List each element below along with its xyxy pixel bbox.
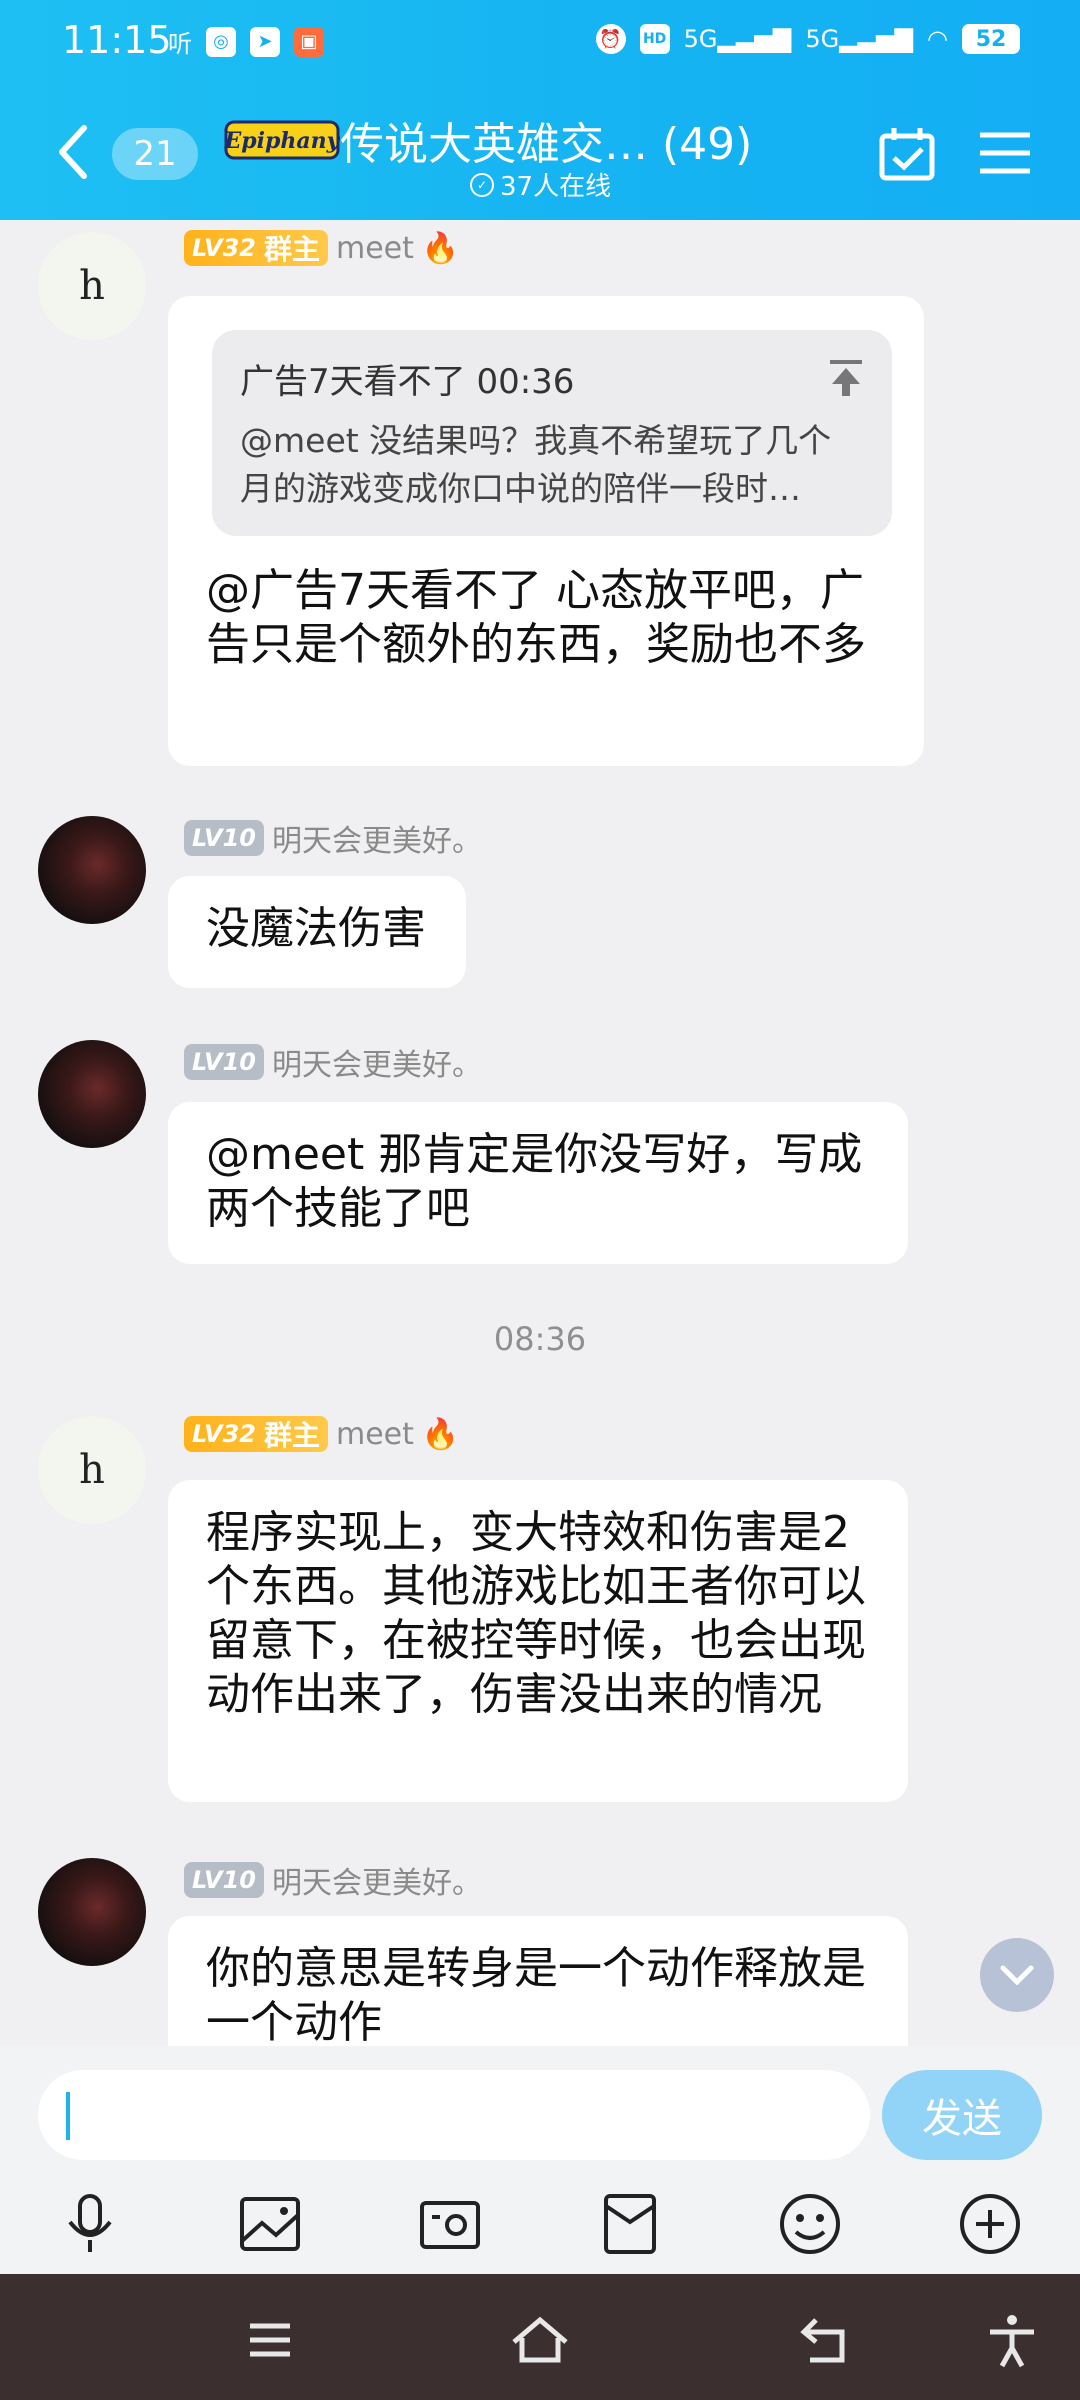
chat-toolbar [0,2174,1080,2274]
level-badge: LV32 群主 [184,230,328,266]
hd-icon: HD [639,24,670,54]
message-bubble[interactable]: @meet 那肯定是你没写好，写成两个技能了吧 [168,1102,908,1264]
image-icon[interactable] [234,2188,306,2260]
browser-icon: ◎ [206,26,236,57]
back-nav-icon[interactable] [796,2312,856,2368]
avatar[interactable] [38,1040,146,1148]
sender-meta: LV10 明天会更美好。 [184,1040,482,1084]
message-bubble[interactable]: 程序实现上，变大特效和伤害是2个东西。其他游戏比如王者你可以留意下，在被控等时候… [168,1480,908,1802]
message-text: 你的意思是转身是一个动作释放是一个动作 [206,1943,866,2046]
status-time: 11:15 [62,18,172,62]
group-title[interactable]: 传说大英雄交… (49) [340,108,752,172]
message-bubble[interactable]: 没魔法伤害 [168,876,466,988]
level-badge: LV32 群主 [184,1416,328,1452]
sender-name[interactable]: meet [336,231,414,266]
text-caret [66,2092,70,2140]
message-text: 程序实现上，变大特效和伤害是2个东西。其他游戏比如王者你可以留意下，在被控等时候… [206,1507,866,1720]
red-packet-icon[interactable] [594,2188,666,2260]
level-badge: LV10 [184,1862,264,1898]
signal-5g-2-icon: 5G▂▃▅▇ [805,25,914,53]
back-icon[interactable] [54,122,94,182]
calendar-check-icon[interactable] [878,126,936,182]
fire-icon: 🔥 [421,230,460,266]
avatar[interactable] [38,816,146,924]
sender-name[interactable]: meet [336,1417,414,1452]
check-icon: ✓ [470,172,494,197]
send-button[interactable]: 发送 [882,2070,1042,2160]
camera-icon[interactable] [414,2188,486,2260]
online-count: 37人在线 [500,172,612,202]
alarm-icon: ⏰ [595,24,626,54]
nav-bar: 21 Epiphany 传说大英雄交… (49) ✓ 37人在线 [0,96,1080,216]
sender-meta: LV10 明天会更美好。 [184,816,482,860]
message-text: @广告7天看不了 心态放平吧，广告只是个额外的东西，奖励也不多 [206,565,866,670]
emoji-icon[interactable] [774,2188,846,2260]
unread-count-badge[interactable]: 21 [112,128,198,180]
wifi-icon: ◠ [927,25,948,53]
sender-meta: LV32 群主 meet 🔥 [184,230,459,266]
logo-text: Epiphany [224,128,340,154]
status-bar: 11:15 听 ◎ ➤ ▣ ⏰ HD 5G▂▃▅▇ 5G▂▃▅▇ ◠ 52 [0,0,1080,84]
sender-name[interactable]: 明天会更美好。 [272,816,482,860]
avatar[interactable] [38,1858,146,1966]
group-logo-icon: Epiphany [224,120,340,160]
sender-meta: LV10 明天会更美好。 [184,1858,482,1902]
send-app-icon: ➤ [250,26,280,57]
menu-icon[interactable] [978,130,1032,176]
battery-icon: 52 [962,24,1020,54]
top-bar: 11:15 听 ◎ ➤ ▣ ⏰ HD 5G▂▃▅▇ 5G▂▃▅▇ ◠ 52 21… [0,0,1080,220]
sender-name[interactable]: 明天会更美好。 [272,1858,482,1902]
level-badge: LV10 [184,820,264,856]
message-text: @meet 那肯定是你没写好，写成两个技能了吧 [206,1129,863,1234]
recent-apps-icon[interactable] [240,2312,300,2368]
avatar[interactable]: h [38,1416,146,1524]
quoted-message[interactable]: 广告7天看不了 00:36 @meet 没结果吗？我真不希望玩了几个月的游戏变成… [212,330,892,536]
listen-tag: 听 [168,30,192,58]
level-badge: LV10 [184,1044,264,1080]
message-bubble[interactable]: 你的意思是转身是一个动作释放是一个动作 [168,1916,908,2046]
sender-meta: LV32 群主 meet 🔥 [184,1416,459,1452]
sender-name[interactable]: 明天会更美好。 [272,1040,482,1084]
chevron-down-icon [1000,1965,1034,1985]
quote-header: 广告7天看不了 00:36 [240,362,575,402]
accessibility-icon[interactable] [982,2312,1042,2368]
message-input[interactable] [38,2070,870,2160]
timestamp: 08:36 [493,1320,587,1358]
app-icon: ▣ [294,26,324,57]
message-text: 没魔法伤害 [206,903,426,954]
fire-icon: 🔥 [421,1416,460,1452]
online-status[interactable]: ✓ 37人在线 [470,166,611,203]
scroll-to-bottom-button[interactable] [980,1938,1054,2012]
input-bar: 发送 [0,2046,1080,2174]
avatar[interactable]: h [38,232,146,340]
jump-to-top-icon[interactable] [826,358,866,398]
system-nav-bar [0,2274,1080,2400]
plus-icon[interactable] [954,2188,1026,2260]
microphone-icon[interactable] [54,2188,126,2260]
home-icon[interactable] [510,2312,570,2368]
chat-area[interactable]: h LV32 群主 meet 🔥 广告7天看不了 00:36 @meet 没结果吗… [0,220,1080,2046]
signal-5g-icon: 5G▂▃▅▇ [683,25,792,53]
quote-text: @meet 没结果吗？我真不希望玩了几个月的游戏变成你口中说的陪伴一段时… [240,421,832,508]
